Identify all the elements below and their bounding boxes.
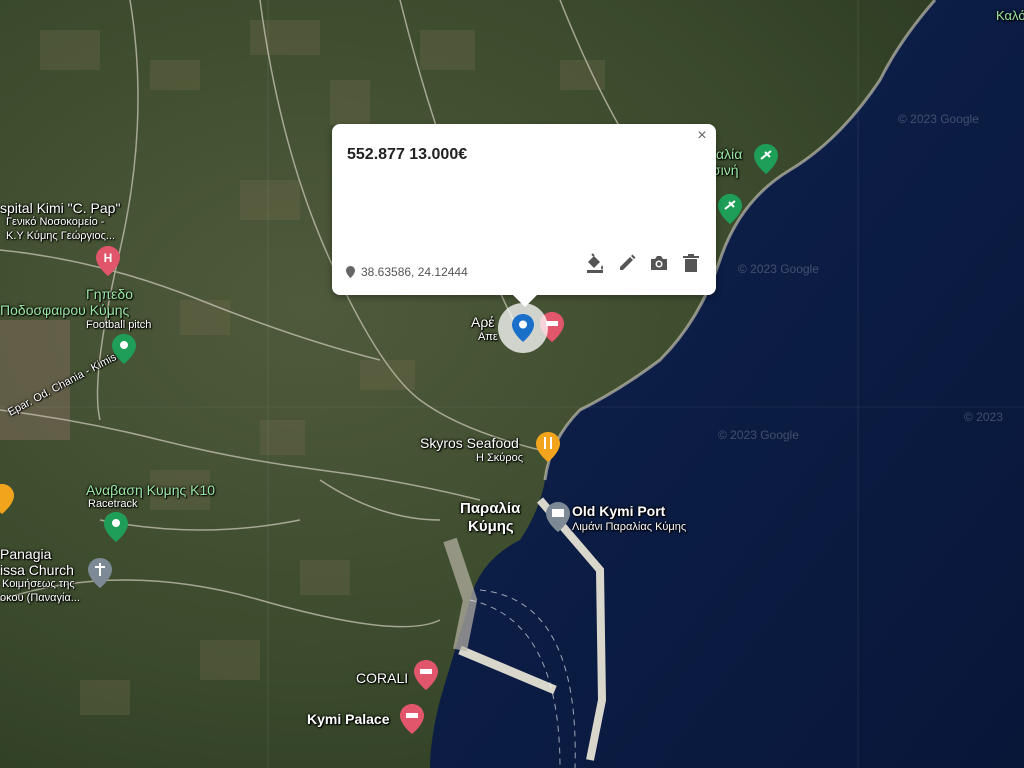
trash-icon[interactable] bbox=[680, 252, 702, 274]
pencil-icon[interactable] bbox=[616, 252, 638, 274]
popup-title: 552.877 13.000€ bbox=[347, 146, 468, 163]
selected-location-marker[interactable] bbox=[498, 303, 548, 353]
location-pin-icon bbox=[346, 266, 355, 278]
port-pin-icon[interactable] bbox=[546, 502, 570, 532]
coordinates-text: 38.63586, 24.12444 bbox=[361, 265, 468, 279]
hospital-label: spital Kimi "C. Pap" bbox=[0, 200, 121, 216]
pitch-sublabel: Football pitch bbox=[86, 319, 152, 331]
corali-label: CORALI bbox=[356, 670, 409, 686]
hotel-pin-icon[interactable] bbox=[414, 660, 438, 690]
hospital-sublabel: Γενικό Νοσοκομείο - bbox=[6, 216, 105, 228]
svg-text:H: H bbox=[104, 251, 113, 265]
racetrack-label: Αναβαση Κυμης Κ10 bbox=[86, 482, 216, 498]
location-pin-icon bbox=[512, 314, 534, 342]
church-pin-icon[interactable] bbox=[88, 558, 112, 588]
paralia-kymis-label: Παραλία bbox=[460, 500, 521, 517]
racetrack-pin-icon[interactable] bbox=[104, 512, 128, 542]
pitch-label: Ποδοσφαιρου Κύμης bbox=[0, 302, 130, 318]
location-popup: × 552.877 13.000€ 38.63586, 24.12444 bbox=[332, 124, 716, 307]
paint-bucket-icon[interactable] bbox=[584, 252, 606, 274]
paralia-top-label: αλία bbox=[716, 146, 743, 162]
hospital-pin-icon[interactable]: H bbox=[96, 246, 120, 276]
map-watermark: © 2023 Google bbox=[738, 262, 819, 276]
beach-pin-icon[interactable] bbox=[754, 144, 778, 174]
church-label: issa Church bbox=[0, 562, 74, 578]
racetrack-sublabel: Racetrack bbox=[88, 498, 138, 510]
paralia-kymis-label: Κύμης bbox=[468, 518, 514, 535]
pitch-label: Γηπεδο bbox=[86, 286, 133, 302]
church-sublabel: Κοιμήσεως της bbox=[2, 578, 75, 590]
map-watermark: © 2023 bbox=[964, 410, 1003, 424]
left-edge-pin-icon[interactable] bbox=[0, 484, 14, 514]
hospital-sublabel: Κ.Υ Κύμης Γεώργιος... bbox=[6, 230, 116, 242]
map-watermark: © 2023 Google bbox=[898, 112, 979, 126]
arepa-sublabel: Απε bbox=[478, 331, 498, 343]
popup-coordinates: 38.63586, 24.12444 bbox=[346, 265, 468, 279]
church-sublabel: οκου (Παναγία... bbox=[0, 592, 80, 604]
popup-actions bbox=[584, 252, 702, 274]
skyros-seafood-sublabel: Η Σκύρος bbox=[476, 452, 523, 464]
kymi-palace-label: Kymi Palace bbox=[307, 711, 390, 727]
satellite-map[interactable] bbox=[0, 0, 1024, 768]
restaurant-pin-icon[interactable] bbox=[536, 432, 560, 462]
old-kymi-port-sublabel: Λιμάνι Παραλίας Κύμης bbox=[572, 521, 687, 533]
top-right-label: Καλό bbox=[996, 8, 1024, 23]
arepa-label: Αρέ bbox=[471, 314, 495, 330]
skyros-seafood-label: Skyros Seafood bbox=[420, 435, 519, 451]
old-kymi-port-label: Old Kymi Port bbox=[572, 503, 666, 519]
map-watermark: © 2023 Google bbox=[718, 428, 799, 442]
hotel-pin-icon[interactable] bbox=[400, 704, 424, 734]
church-label: Panagia bbox=[0, 546, 52, 562]
beach-pin-icon[interactable] bbox=[718, 194, 742, 224]
close-icon[interactable]: × bbox=[692, 126, 712, 146]
camera-icon[interactable] bbox=[648, 252, 670, 274]
